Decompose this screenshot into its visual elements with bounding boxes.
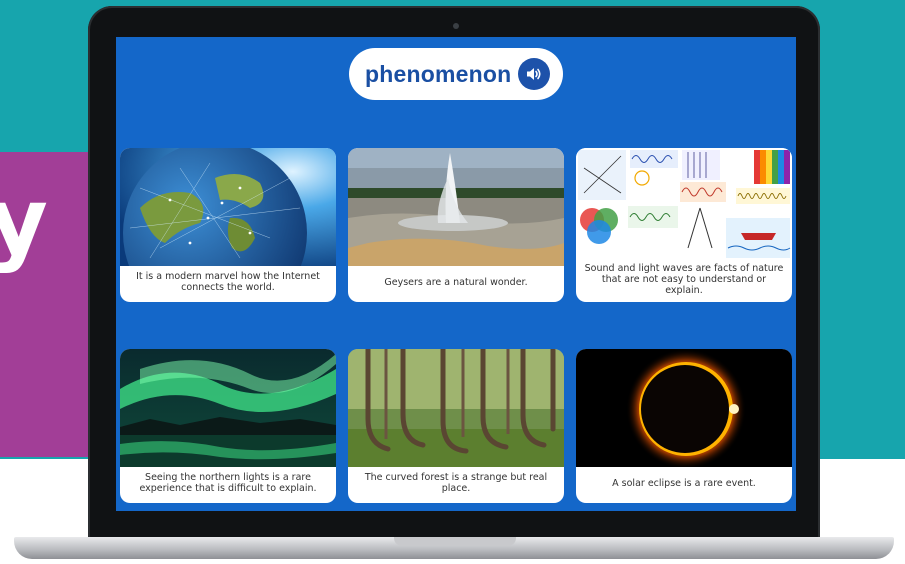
webcam-icon — [453, 23, 459, 29]
card-caption: Seeing the northern lights is a rare exp… — [139, 472, 317, 494]
curved-forest-image — [348, 349, 564, 467]
example-card-northern-lights[interactable]: Seeing the northern lights is a rare exp… — [120, 349, 336, 503]
example-card-waves[interactable]: Sound and light waves are facts of natur… — [576, 148, 792, 302]
card-caption: A solar eclipse is a rare event. — [612, 477, 756, 489]
speaker-icon — [527, 68, 541, 80]
example-card-solar-eclipse[interactable]: A solar eclipse is a rare event. — [576, 349, 792, 503]
card-caption: Sound and light waves are facts of natur… — [584, 262, 784, 296]
solar-eclipse-image — [576, 349, 792, 467]
northern-lights-image — [120, 349, 336, 467]
card-caption: It is a modern marvel how the Internet c… — [136, 271, 320, 293]
laptop-notch — [394, 537, 516, 546]
background-letter: y — [0, 168, 48, 275]
physics-diagrams-image — [576, 148, 792, 260]
laptop-screen: phenomenon It is a modern marvel how the… — [116, 37, 796, 511]
card-caption: Geysers are a natural wonder. — [384, 276, 528, 288]
geyser-image — [348, 148, 564, 266]
example-card-internet[interactable]: It is a modern marvel how the Internet c… — [120, 148, 336, 302]
play-audio-button[interactable] — [518, 58, 550, 90]
vocabulary-word-pill: phenomenon — [349, 48, 563, 100]
vocabulary-word: phenomenon — [365, 60, 512, 87]
example-card-geyser[interactable]: Geysers are a natural wonder. — [348, 148, 564, 302]
example-card-curved-forest[interactable]: The curved forest is a strange but real … — [348, 349, 564, 503]
earth-network-image — [120, 148, 336, 266]
card-caption: The curved forest is a strange but real … — [364, 472, 548, 494]
